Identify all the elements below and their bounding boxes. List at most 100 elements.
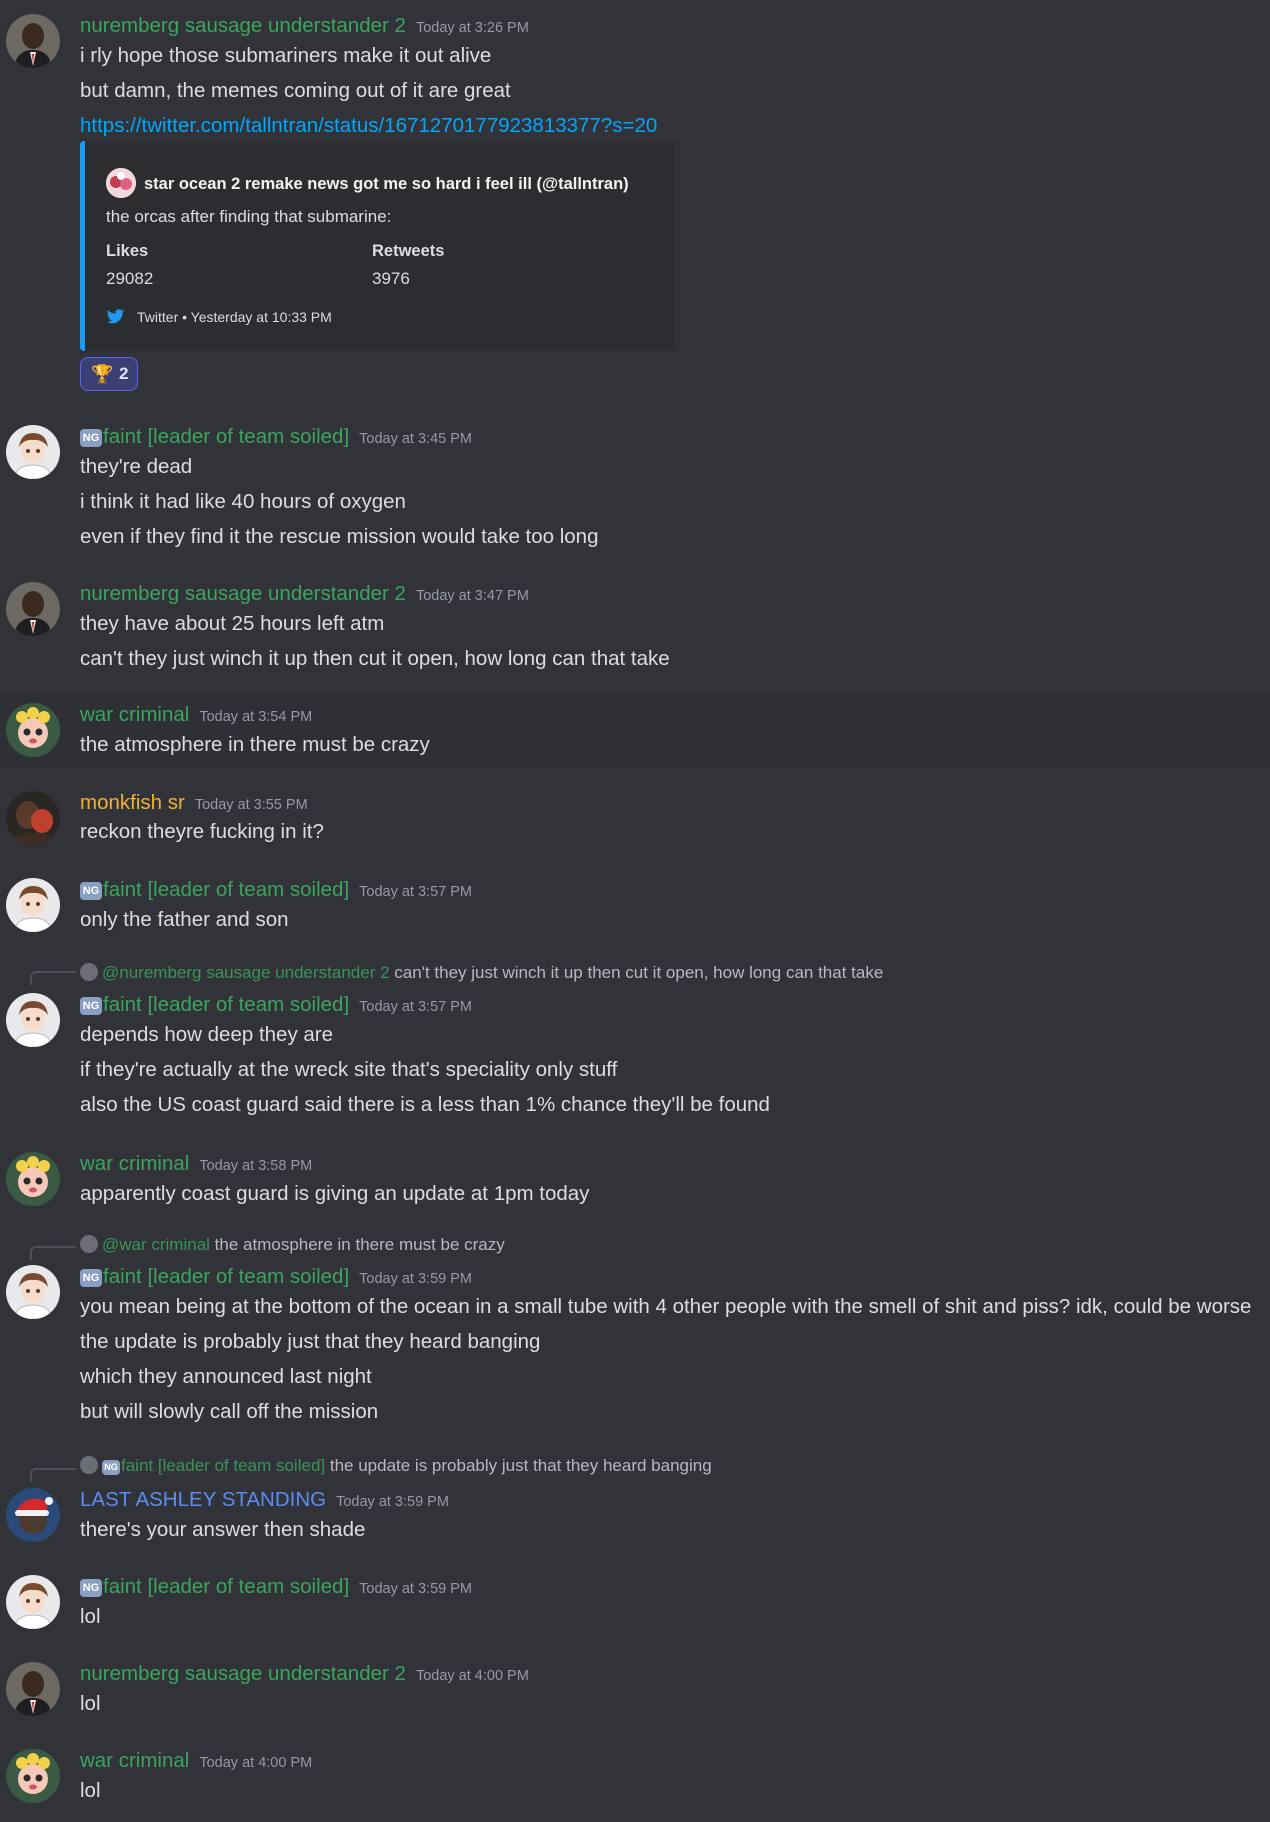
reaction-count: 2 [119,364,129,383]
username[interactable]: faint [leader of team soiled] [103,1265,349,1288]
avatar[interactable] [6,582,60,636]
username[interactable]: LAST ASHLEY STANDING [80,1488,326,1511]
reply-text: the atmosphere in there must be crazy [214,1235,505,1254]
message-header: NG faint [leader of team soiled] Today at … [80,425,472,451]
message-text: i think it had like 40 hours of oxygen [80,490,406,513]
reply-avatar [80,1456,98,1474]
message-text: reckon theyre fucking in it? [80,820,324,843]
reply-username[interactable]: @war criminal [102,1235,210,1254]
username[interactable]: war criminal [80,1152,189,1175]
timestamp[interactable]: Today at 3:45 PM [359,431,472,447]
username[interactable]: war criminal [80,703,189,726]
reply-preview[interactable]: @nuremberg sausage understander 2 can't … [80,963,883,983]
twitter-bird-icon [106,307,125,326]
username[interactable]: faint [leader of team soiled] [103,993,349,1016]
message-group: nuremberg sausage understander 2 Today at… [0,1655,1270,1735]
username[interactable]: faint [leader of team soiled] [103,878,349,901]
reply-avatar [80,1235,98,1253]
message-text: they have about 25 hours left atm [80,612,385,635]
embed-author-avatar [106,168,136,198]
reply-spine [30,1246,76,1260]
avatar[interactable] [6,878,60,932]
embed-footer: Twitter • Yesterday at 10:33 PM [106,307,332,326]
username[interactable]: monkfish sr [80,791,185,814]
message-text: only the father and son [80,908,289,931]
timestamp[interactable]: Today at 3:54 PM [199,709,312,725]
message-group: war criminal Today at 4:00 PM lol [0,1742,1270,1822]
timestamp[interactable]: Today at 4:00 PM [416,1668,529,1684]
avatar[interactable] [6,791,60,845]
avatar[interactable] [6,1265,60,1319]
reaction-button[interactable]: 🏆 2 [80,357,138,391]
timestamp[interactable]: Today at 4:00 PM [199,1755,312,1771]
message-text: but will slowly call off the mission [80,1400,379,1423]
message-header: monkfish sr Today at 3:55 PM [80,791,308,817]
message-header: war criminal Today at 3:58 PM [80,1152,312,1178]
message-header: NG faint [leader of team soiled] Today at … [80,878,472,904]
avatar[interactable] [6,1575,60,1629]
timestamp[interactable]: Today at 3:57 PM [359,999,472,1015]
avatar[interactable] [6,1488,60,1542]
reply-preview[interactable]: @war criminal the atmosphere in there mu… [80,1235,505,1255]
message-text: you mean being at the bottom of the ocea… [80,1295,1252,1318]
timestamp[interactable]: Today at 3:57 PM [359,884,472,900]
username[interactable]: war criminal [80,1749,189,1772]
ng-badge-icon: NG [80,429,102,447]
username[interactable]: faint [leader of team soiled] [103,1575,349,1598]
reply-spine [30,971,76,985]
embed-author[interactable]: star ocean 2 remake news got me so hard … [106,168,629,198]
timestamp[interactable]: Today at 3:59 PM [359,1581,472,1597]
message-header: nuremberg sausage understander 2 Today at… [80,1662,529,1688]
timestamp[interactable]: Today at 3:55 PM [195,797,308,813]
avatar[interactable] [6,1749,60,1803]
message-text: they're dead [80,455,193,478]
message-header: NG faint [leader of team soiled] Today at … [80,993,472,1019]
username[interactable]: faint [leader of team soiled] [103,425,349,448]
timestamp[interactable]: Today at 3:58 PM [199,1158,312,1174]
reply-preview[interactable]: NG faint [leader of team soiled] the upda… [80,1456,712,1476]
message-group: @nuremberg sausage understander 2 can't … [0,955,1270,1130]
message-text: the update is probably just that they he… [80,1330,541,1353]
username[interactable]: nuremberg sausage understander 2 [80,1662,406,1685]
timestamp[interactable]: Today at 3:47 PM [416,588,529,604]
message-text: there's your answer then shade [80,1518,366,1541]
message-header: NG faint [leader of team soiled] Today at … [80,1265,472,1291]
avatar[interactable] [6,14,60,68]
reply-text: the update is probably just that they he… [329,1456,712,1475]
message-group: NG faint [leader of team soiled] Today at … [0,410,1270,570]
embed-description: the orcas after finding that submarine: [106,207,392,226]
message-text: which they announced last night [80,1365,372,1388]
message-group: nuremberg sausage understander 2 Today at… [0,0,1270,410]
avatar[interactable] [6,993,60,1047]
timestamp[interactable]: Today at 3:59 PM [359,1271,472,1287]
reply-spine [30,1468,76,1482]
reply-username[interactable]: @nuremberg sausage understander 2 [102,963,390,982]
avatar[interactable] [6,703,60,757]
username[interactable]: nuremberg sausage understander 2 [80,582,406,605]
reply-username[interactable]: faint [leader of team soiled] [121,1456,325,1475]
trophy-emoji-icon: 🏆 [91,364,114,384]
username[interactable]: nuremberg sausage understander 2 [80,14,406,37]
message-text: apparently coast guard is giving an upda… [80,1182,590,1205]
avatar[interactable] [6,1662,60,1716]
message-text: but damn, the memes coming out of it are… [80,79,511,102]
avatar[interactable] [6,1152,60,1206]
message-header: NG faint [leader of team soiled] Today at … [80,1575,472,1601]
message-group: war criminal Today at 3:58 PM apparently … [0,1140,1270,1230]
message-text: lol [80,1605,101,1628]
ng-badge-icon: NG [80,882,102,900]
timestamp[interactable]: Today at 3:59 PM [336,1494,449,1510]
message-text: can't they just winch it up then cut it … [80,647,670,670]
timestamp[interactable]: Today at 3:26 PM [416,20,529,36]
tweet-link[interactable]: https://twitter.com/tallntran/status/167… [80,114,657,138]
message-text: if they're actually at the wreck site th… [80,1058,618,1081]
message-header: nuremberg sausage understander 2 Today at… [80,582,529,608]
message-text: lol [80,1779,101,1802]
message-text: even if they find it the rescue mission … [80,525,599,548]
message-group: NG faint [leader of team soiled] Today at … [0,1565,1270,1645]
tweet-embed: star ocean 2 remake news got me so hard … [80,141,675,351]
ng-badge-icon: NG [102,1460,120,1475]
message-header: nuremberg sausage understander 2 Today at… [80,14,529,40]
message-header: war criminal Today at 4:00 PM [80,1749,312,1775]
avatar[interactable] [6,425,60,479]
